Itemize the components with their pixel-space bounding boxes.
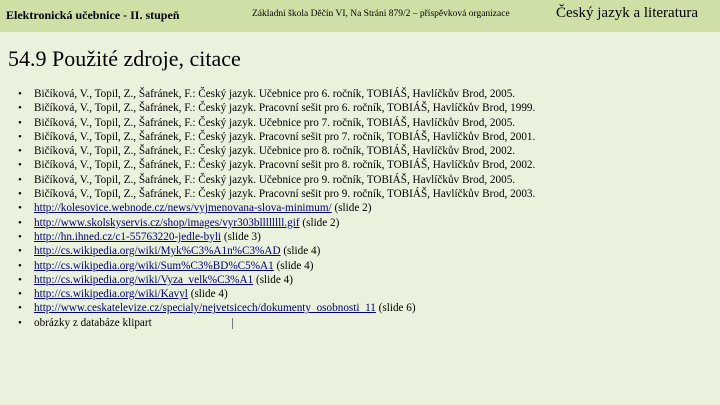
header-textbook-label: Elektronická učebnice - II. stupeň [6, 8, 180, 22]
reference-text: obrázky z databáze klipart [34, 316, 152, 329]
reference-item: • Bičíková, V., Topil, Z., Šafránek, F.: … [18, 101, 708, 115]
reference-link[interactable]: http://hn.ihned.cz/c1-55763220-jedle-byl… [34, 231, 221, 243]
reference-text: Bičíková, V., Topil, Z., Šafránek, F.: Č… [34, 159, 536, 172]
bullet-icon: • [18, 173, 22, 186]
reference-slide-note: (slide 3) [221, 230, 261, 243]
reference-item: • http://cs.wikipedia.org/wiki/Myk%C3%A1n… [18, 244, 708, 258]
reference-slide-note: (slide 4) [187, 288, 228, 301]
reference-text: Bičíková, V., Topil, Z., Šafránek, F.: Č… [34, 145, 516, 158]
reference-link[interactable]: http://www.ceskatelevize.cz/specialy/nej… [34, 302, 376, 314]
reference-link[interactable]: http://cs.wikipedia.org/wiki/Sum%C3%BD%C… [34, 260, 274, 272]
reference-text: Bičíková, V., Topil, Z., Šafránek, F.: Č… [34, 116, 516, 129]
reference-item: • Bičíková, V., Topil, Z., Šafránek, F.: … [18, 87, 708, 101]
slide-header: Elektronická učebnice - II. stupeň Zákla… [0, 0, 720, 32]
slide-title: 54.9 Použité zdroje, citace [8, 46, 241, 71]
bullet-icon: • [18, 102, 22, 115]
reference-item: • http://cs.wikipedia.org/wiki/Kavyl (sli… [18, 287, 708, 301]
reference-link[interactable]: http://www.skolskyservis.cz/shop/images/… [34, 217, 300, 229]
reference-text: Bičíková, V., Topil, Z., Šafránek, F.: Č… [34, 102, 536, 115]
reference-item: • http://www.skolskyservis.cz/shop/images… [18, 216, 708, 230]
bullet-icon: • [18, 245, 22, 258]
reference-slide-note: (slide 4) [273, 259, 314, 272]
bullet-icon: • [18, 130, 22, 143]
reference-link[interactable]: http://kolesovice.webnode.cz/news/vyjmen… [34, 202, 332, 214]
reference-item: • http://hn.ihned.cz/c1-55763220-jedle-by… [18, 230, 708, 244]
text-cursor [231, 317, 233, 329]
reference-slide-note: (slide 4) [280, 245, 321, 258]
reference-item: • Bičíková, V., Topil, Z., Šafránek, F.: … [18, 144, 708, 158]
reference-item: • Bičíková, V., Topil, Z., Šafránek, F.: … [18, 116, 708, 130]
reference-item: • http://kolesovice.webnode.cz/news/vyjme… [18, 201, 708, 215]
reference-link[interactable]: http://cs.wikipedia.org/wiki/Myk%C3%A1n%… [34, 245, 281, 257]
reference-slide-note: (slide 2) [331, 202, 372, 215]
reference-slide-note: (slide 2) [299, 216, 340, 229]
bullet-icon: • [18, 202, 22, 215]
reference-item: • Bičíková, V., Topil, Z., Šafránek, F.: … [18, 187, 708, 201]
bullet-icon: • [18, 259, 22, 272]
bullet-icon: • [18, 230, 22, 243]
reference-link[interactable]: http://cs.wikipedia.org/wiki/Vyza_velk%C… [34, 274, 253, 286]
reference-slide-note: (slide 6) [375, 302, 416, 315]
reference-item: • http://cs.wikipedia.org/wiki/Sum%C3%BD%… [18, 259, 708, 273]
references-list: • Bičíková, V., Topil, Z., Šafránek, F.: … [18, 87, 708, 330]
bullet-icon: • [18, 88, 22, 100]
bullet-icon: • [18, 216, 22, 229]
reference-item: • obrázky z databáze klipart [18, 316, 708, 330]
reference-text: Bičíková, V., Topil, Z., Šafránek, F.: Č… [34, 88, 516, 100]
reference-text: Bičíková, V., Topil, Z., Šafránek, F.: Č… [34, 173, 516, 186]
reference-item: • Bičíková, V., Topil, Z., Šafránek, F.: … [18, 173, 708, 187]
bullet-icon: • [18, 302, 22, 315]
bullet-icon: • [18, 316, 22, 329]
bullet-icon: • [18, 159, 22, 172]
reference-link[interactable]: http://cs.wikipedia.org/wiki/Kavyl [34, 288, 188, 300]
header-subject: Český jazyk a literatura [556, 5, 699, 21]
reference-item: • Bičíková, V., Topil, Z., Šafránek, F.: … [18, 158, 708, 172]
bullet-icon: • [18, 188, 22, 201]
header-school-name: Základní škola Děčín VI, Na Stráni 879/2… [252, 9, 510, 19]
reference-text: Bičíková, V., Topil, Z., Šafránek, F.: Č… [34, 188, 536, 201]
bullet-icon: • [18, 145, 22, 158]
bullet-icon: • [18, 273, 22, 286]
bullet-icon: • [18, 288, 22, 301]
reference-item: • http://cs.wikipedia.org/wiki/Vyza_velk%… [18, 273, 708, 287]
reference-item: • http://www.ceskatelevize.cz/specialy/ne… [18, 301, 708, 315]
reference-item: • Bičíková, V., Topil, Z., Šafránek, F.: … [18, 130, 708, 144]
reference-slide-note: (slide 4) [253, 273, 293, 286]
reference-text: Bičíková, V., Topil, Z., Šafránek, F.: Č… [34, 130, 536, 143]
bullet-icon: • [18, 116, 22, 129]
